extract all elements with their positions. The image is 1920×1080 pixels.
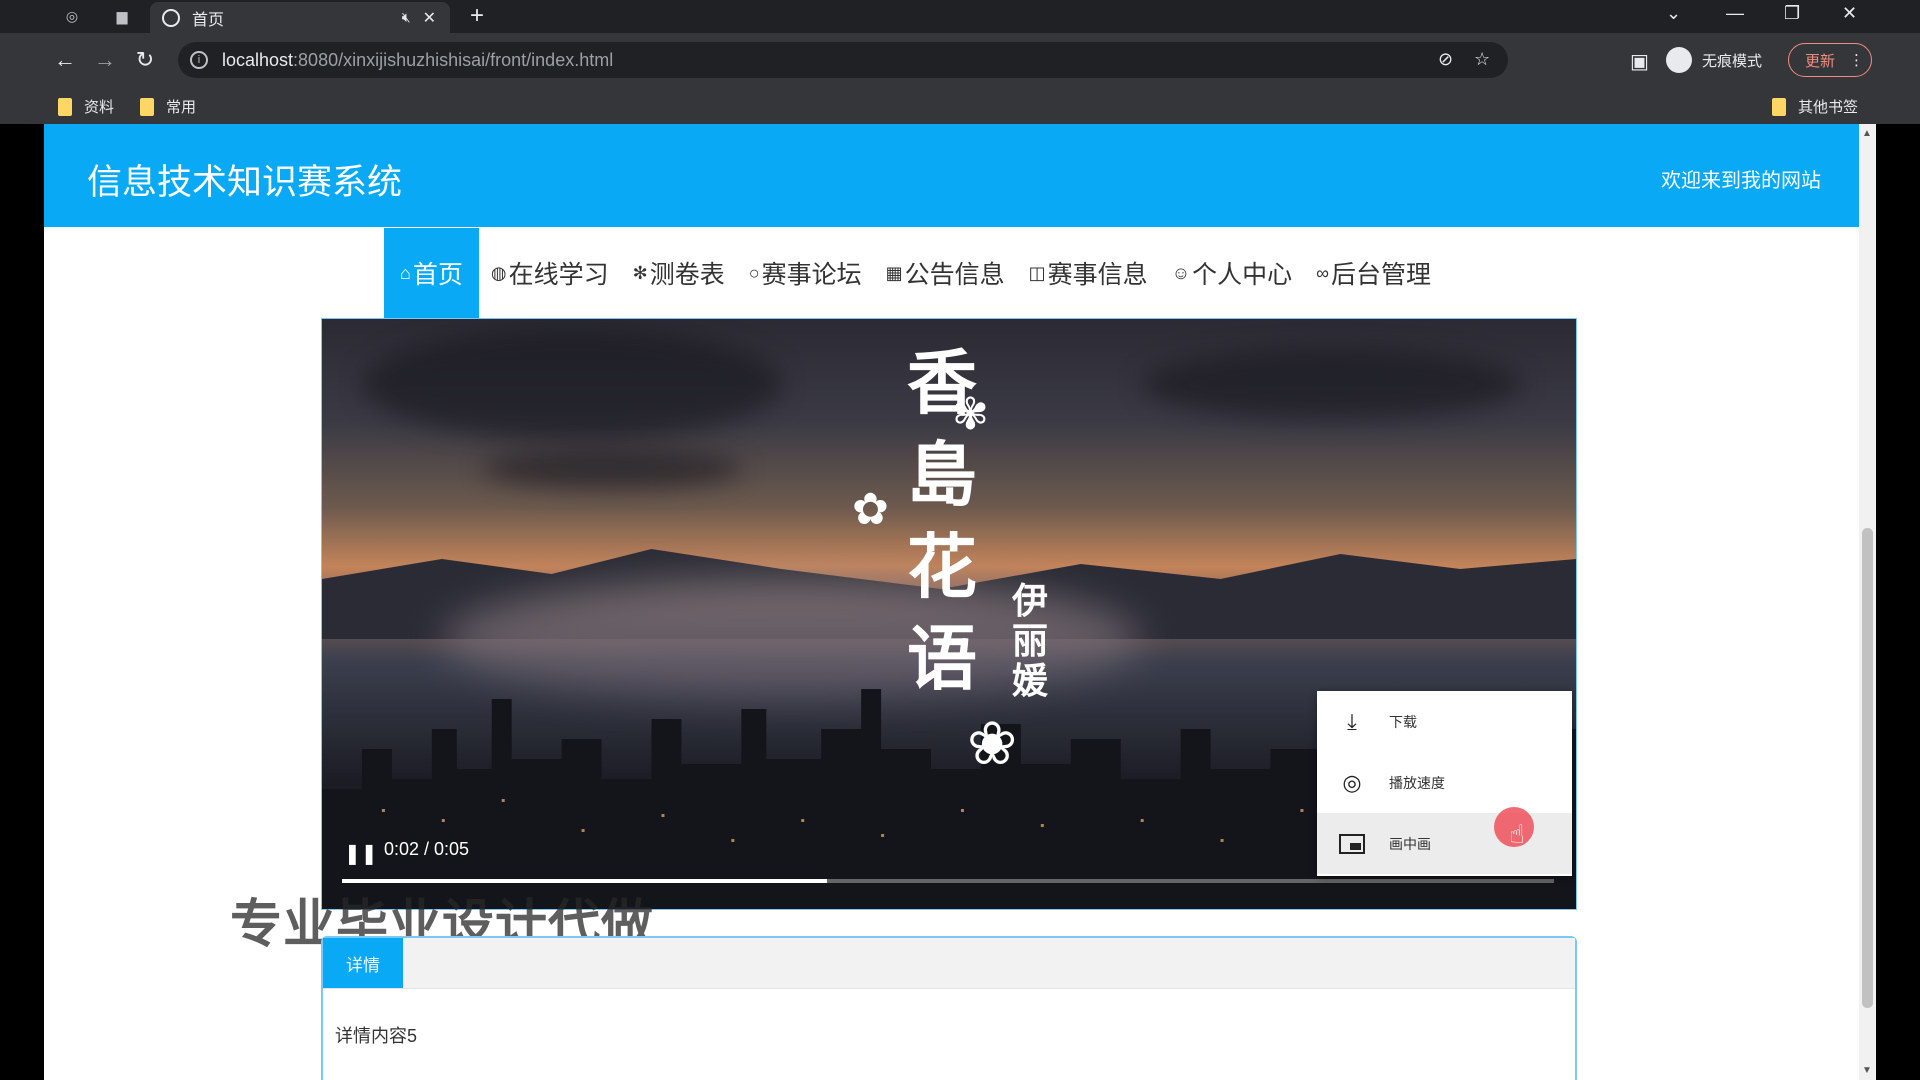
incognito-avatar-icon: [1666, 47, 1692, 73]
link-icon: ∞: [1316, 262, 1329, 283]
mute-icon[interactable]: 🔇︎: [402, 9, 411, 26]
video-time: 0:02 / 0:05: [384, 839, 470, 859]
bookmark-label: 资料: [84, 99, 115, 116]
grid-icon: ▦: [885, 262, 903, 283]
nav-home[interactable]: ⌂ 首页: [384, 228, 479, 318]
detail-tab-bar: 详情: [323, 938, 1575, 989]
globe-icon: ◍: [490, 262, 507, 283]
folder-icon: [140, 97, 154, 116]
minimize-icon[interactable]: —: [1726, 3, 1744, 24]
site-settings-icon[interactable]: ⊘: [1438, 49, 1453, 70]
other-bookmarks-label: 其他书签: [1798, 99, 1859, 116]
reload-button[interactable]: ↻: [132, 47, 158, 73]
bookmark-folder[interactable]: 资料: [58, 96, 114, 117]
globe-icon: [162, 8, 180, 27]
nav-personal-center[interactable]: ☺ 个人中心: [1160, 228, 1304, 318]
pause-icon[interactable]: ❚❚: [344, 841, 378, 866]
nav-label: 后台管理: [1330, 261, 1431, 289]
nav-forum[interactable]: ○ 赛事论坛: [737, 228, 874, 318]
tab-title: 首页: [192, 11, 225, 29]
window-close-icon[interactable]: ✕: [1842, 3, 1857, 24]
scroll-up-icon[interactable]: ▲: [1862, 128, 1872, 139]
nav-label: 在线学习: [508, 261, 609, 289]
nav-label: 首页: [412, 261, 463, 289]
menu-item-playback-speed[interactable]: ◎ 播放速度: [1317, 752, 1572, 813]
nav-label: 赛事信息: [1047, 261, 1148, 289]
address-bar[interactable]: i localhost:8080/xinxijishuzhishisai/fro…: [178, 42, 1508, 78]
forward-button[interactable]: →: [92, 47, 118, 73]
side-panel-icon[interactable]: ▣: [1630, 49, 1649, 74]
home-icon: ⌂: [400, 262, 411, 283]
back-button[interactable]: ←: [52, 47, 78, 73]
menu-item-label: 播放速度: [1389, 774, 1445, 791]
playback-speed-icon: ◎: [1342, 769, 1362, 795]
nav-test-papers[interactable]: ✻ 测卷表: [621, 228, 737, 318]
update-button[interactable]: 更新 ⋮: [1788, 43, 1872, 77]
browser-tab-bar: ◎ ▆ 首页 🔇︎ ✕ + ⌄ — ❐ ✕: [0, 0, 1920, 33]
url-text[interactable]: localhost:8080/xinxijishuzhishisai/front…: [222, 50, 613, 71]
scroll-down-icon[interactable]: ▼: [1862, 1065, 1872, 1076]
video-overflow-menu: ⤓ 下载 ◎ 播放速度 画中画: [1317, 691, 1572, 876]
video-scenery: [1142, 349, 1522, 419]
close-tab-icon[interactable]: ✕: [423, 8, 436, 28]
page-viewport: 信息技术知识赛系统 欢迎来到我的网站 ⌂ 首页 ◍ 在线学习 ✻ 测卷表 ○ 赛事论坛 …: [44, 124, 1876, 1080]
incognito-globe-icon[interactable]: ◎: [62, 6, 82, 26]
detail-content: 详情内容5: [335, 1026, 418, 1046]
bookmark-star-icon[interactable]: ☆: [1474, 49, 1490, 70]
bookmark-folder[interactable]: 常用: [140, 96, 196, 117]
nav-announcements[interactable]: ▦ 公告信息: [874, 228, 1017, 318]
video-poem-author: 伊丽媛: [1012, 580, 1049, 702]
book-icon: ◫: [1028, 262, 1046, 283]
folder-icon: [1772, 97, 1786, 116]
restore-icon[interactable]: ❐: [1784, 3, 1800, 24]
incognito-label: 无痕模式: [1702, 52, 1763, 70]
circle-icon: ○: [748, 262, 760, 283]
folder-icon: [58, 97, 72, 116]
snowflake-icon: ✻: [632, 262, 648, 283]
tab-list-icon[interactable]: ⌄: [1666, 3, 1681, 24]
menu-item-picture-in-picture[interactable]: 画中画: [1317, 813, 1572, 874]
nav-competition-info[interactable]: ◫ 赛事信息: [1017, 228, 1160, 318]
nav-label: 赛事论坛: [761, 261, 862, 289]
welcome-text: 欢迎来到我的网站: [1661, 170, 1821, 192]
bookmarks-bar: 资料 常用 其他书签: [0, 88, 1920, 124]
picture-in-picture-icon: [1337, 832, 1367, 856]
menu-item-label: 画中画: [1389, 835, 1431, 852]
incognito-indicator[interactable]: 无痕模式: [1666, 41, 1762, 79]
flower-icon: ✿: [852, 485, 889, 534]
main-nav: ⌂ 首页 ◍ 在线学习 ✻ 测卷表 ○ 赛事论坛 ▦ 公告信息 ◫ 赛事信息 ☺ 个人中心 ∞…: [384, 228, 1443, 318]
new-tab-button[interactable]: +: [470, 2, 484, 30]
tab-search-icon[interactable]: ▆: [112, 6, 132, 26]
menu-kebab-icon[interactable]: ⋮: [1849, 51, 1864, 69]
hand-cursor-icon: ☝: [1509, 819, 1525, 849]
user-icon: ☺: [1171, 262, 1191, 283]
flower-icon: ❀: [967, 710, 1018, 777]
menu-item-label: 下载: [1389, 713, 1417, 730]
nav-label: 测卷表: [649, 261, 725, 289]
page-scrollbar[interactable]: ▲ ▼: [1859, 124, 1876, 1080]
site-title: 信息技术知识赛系统: [87, 163, 403, 202]
browser-tab[interactable]: 首页 🔇︎ ✕: [150, 2, 450, 33]
bookmark-label: 常用: [166, 99, 197, 116]
nav-label: 个人中心: [1192, 261, 1293, 289]
flower-icon: ✾: [952, 390, 989, 439]
other-bookmarks[interactable]: 其他书签: [1772, 96, 1858, 117]
nav-admin[interactable]: ∞ 后台管理: [1304, 228, 1443, 318]
site-info-icon[interactable]: i: [190, 51, 208, 69]
nav-label: 公告信息: [904, 261, 1005, 289]
video-scenery: [362, 329, 782, 439]
download-icon: ⤓: [1347, 708, 1357, 734]
video-scenery: [482, 449, 742, 489]
detail-panel: 详情 详情内容5: [321, 936, 1577, 1080]
menu-item-download[interactable]: ⤓ 下载: [1317, 691, 1572, 752]
site-header: 信息技术知识赛系统 欢迎来到我的网站: [44, 124, 1859, 227]
browser-toolbar: ← → ↻ i localhost:8080/xinxijishuzhishis…: [0, 33, 1920, 88]
video-player[interactable]: 香島花语 伊丽媛 ✾ ✿ ❀ ❚❚ 0:02 / 0:05 ⤓ 下载 ◎ 播放速…: [321, 318, 1577, 910]
update-label: 更新: [1805, 52, 1836, 70]
scroll-thumb[interactable]: [1862, 528, 1873, 1008]
nav-online-learning[interactable]: ◍ 在线学习: [479, 228, 621, 318]
tab-detail[interactable]: 详情: [323, 938, 403, 988]
